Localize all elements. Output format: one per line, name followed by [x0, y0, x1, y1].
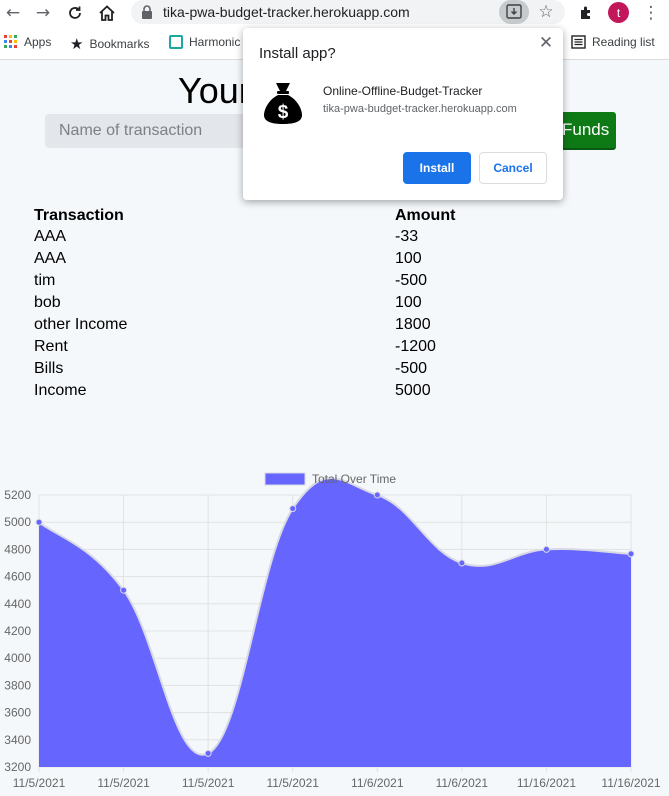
- add-funds-button[interactable]: Funds: [556, 112, 616, 150]
- legend-swatch: [264, 472, 306, 486]
- transaction-name: AAA: [34, 228, 67, 245]
- reading-list-button[interactable]: Reading list: [571, 35, 655, 49]
- y-tick-label: 3600: [4, 706, 31, 720]
- table-row: Bills -500: [34, 358, 455, 380]
- transaction-name: tim: [34, 272, 56, 289]
- table-row: AAA 100: [34, 248, 455, 270]
- install-app-dialog: Install app? ✕ $ Online-Offline-Budget-T…: [243, 28, 563, 200]
- close-icon[interactable]: ✕: [537, 33, 555, 53]
- header-transaction: Transaction: [34, 207, 124, 224]
- data-point: [289, 505, 297, 513]
- bookmark-bookmarks[interactable]: ★ Bookmarks: [70, 35, 149, 53]
- transaction-name: other Income: [34, 316, 128, 333]
- more-menu-icon[interactable]: ⋮: [640, 2, 662, 24]
- transaction-amount: -1200: [395, 338, 436, 355]
- reload-icon[interactable]: [64, 2, 86, 24]
- y-tick-label: 4000: [4, 651, 31, 665]
- bookmark-star-icon[interactable]: ☆: [535, 2, 557, 22]
- transaction-amount: -500: [395, 272, 428, 289]
- install-app-indicator-icon[interactable]: [499, 0, 529, 24]
- data-point: [373, 491, 381, 499]
- install-button[interactable]: Install: [403, 152, 471, 184]
- data-point: [458, 559, 466, 567]
- table-row: Income 5000: [34, 380, 455, 402]
- reading-list-icon: [571, 35, 586, 49]
- back-icon[interactable]: ←: [2, 2, 24, 24]
- table-row: Rent -1200: [34, 336, 455, 358]
- x-tick-label: 11/5/2021: [13, 776, 66, 790]
- table-row: other Income 1800: [34, 314, 455, 336]
- data-point: [35, 518, 43, 526]
- transaction-name: AAA: [34, 250, 67, 267]
- cancel-button[interactable]: Cancel: [479, 152, 547, 184]
- lock-icon: [142, 5, 152, 19]
- x-tick-label: 11/16/2021: [601, 776, 660, 790]
- money-bag-icon: $: [264, 83, 302, 124]
- apps-grid-icon: [4, 35, 17, 48]
- transaction-amount: -500: [395, 360, 428, 377]
- star-icon: ★: [70, 35, 84, 53]
- y-tick-label: 5200: [4, 488, 31, 502]
- data-point: [204, 749, 212, 757]
- x-tick-label: 11/5/2021: [266, 776, 319, 790]
- transaction-name-input[interactable]: [45, 114, 265, 148]
- dialog-app-origin: tika-pwa-budget-tracker.herokuapp.com: [323, 103, 517, 115]
- page-title: Your: [178, 70, 251, 111]
- y-tick-label: 3800: [4, 678, 31, 692]
- transaction-name: bob: [34, 294, 61, 311]
- harmonic-favicon-icon: [169, 35, 183, 49]
- transaction-name: Bills: [34, 360, 64, 377]
- transaction-amount: 1800: [395, 316, 431, 333]
- table-row: AAA -33: [34, 226, 455, 248]
- bookmark-harmonic-label: Harmonic: [189, 35, 241, 49]
- y-tick-label: 4800: [4, 542, 31, 556]
- table-header-row: Transaction Amount: [34, 206, 455, 226]
- x-tick-label: 11/6/2021: [436, 776, 489, 790]
- table-row: bob 100: [34, 292, 455, 314]
- address-bar[interactable]: tika-pwa-budget-tracker.herokuapp.com ☆: [131, 0, 565, 24]
- dialog-title: Install app?: [259, 45, 336, 62]
- home-icon[interactable]: [96, 2, 118, 24]
- transaction-amount: 100: [395, 294, 422, 311]
- table-row: tim -500: [34, 270, 455, 292]
- transactions-table: Transaction Amount AAA -33 AAA 100 tim -500…: [34, 206, 455, 402]
- y-tick-label: 4200: [4, 624, 31, 638]
- series-area: [39, 478, 631, 767]
- total-over-time-chart: 5200 5000 4800 4600 4400 4200 4000 3800 3600 3400…: [4, 472, 661, 790]
- x-tick-label: 11/6/2021: [351, 776, 404, 790]
- dialog-app-name: Online-Offline-Budget-Tracker: [323, 84, 483, 98]
- reading-list-label: Reading list: [592, 35, 655, 49]
- bookmark-bookmarks-label: Bookmarks: [89, 37, 150, 51]
- bookmark-apps[interactable]: Apps: [4, 35, 51, 49]
- profile-initial: t: [616, 5, 621, 20]
- profile-avatar[interactable]: t: [608, 2, 629, 23]
- url-text: tika-pwa-budget-tracker.herokuapp.com: [163, 4, 410, 20]
- bookmark-harmonic[interactable]: Harmonic: [169, 35, 240, 49]
- x-tick-label: 11/16/2021: [517, 776, 576, 790]
- forward-icon[interactable]: →: [32, 2, 54, 24]
- transaction-name: Income: [34, 382, 87, 399]
- x-tick-label: 11/5/2021: [182, 776, 235, 790]
- y-tick-label: 4400: [4, 597, 31, 611]
- data-point: [627, 550, 635, 558]
- y-tick-label: 3200: [4, 760, 31, 774]
- header-amount: Amount: [395, 207, 456, 224]
- extensions-icon[interactable]: [575, 2, 597, 24]
- svg-text:$: $: [278, 102, 289, 123]
- transaction-amount: 5000: [395, 382, 431, 399]
- bookmark-apps-label: Apps: [24, 35, 52, 49]
- browser-toolbar: ← → tika-pwa-budget-tracker.herokuapp.co…: [0, 0, 669, 28]
- transaction-name: Rent: [34, 338, 68, 355]
- y-tick-label: 4600: [4, 570, 31, 584]
- legend-label: Total Over Time: [312, 472, 396, 486]
- data-point: [542, 545, 550, 553]
- transaction-amount: 100: [395, 250, 422, 267]
- y-tick-label: 5000: [4, 515, 31, 529]
- x-tick-label: 11/5/2021: [97, 776, 150, 790]
- transaction-amount: -33: [395, 228, 419, 245]
- data-point: [120, 586, 128, 594]
- y-tick-label: 3400: [4, 733, 31, 747]
